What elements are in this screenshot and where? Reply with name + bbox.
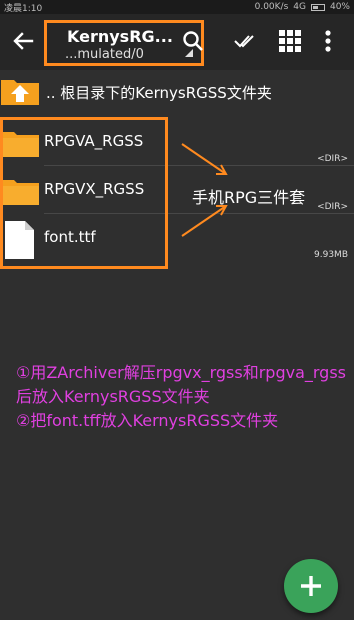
network-type: 4G: [293, 2, 306, 12]
annotation-label: 手机RPG三件套: [192, 188, 306, 207]
network-speed: 0.00K/s: [254, 2, 289, 12]
add-button[interactable]: [284, 559, 338, 613]
status-time: 凌晨1:10: [4, 3, 43, 14]
folder-title: KernysRG...: [67, 27, 173, 46]
battery-icon: [310, 3, 325, 11]
folder-icon: [0, 128, 40, 158]
file-meta: <DIR>: [317, 154, 348, 164]
toolbar: KernysRG... ...mulated/0: [0, 14, 354, 70]
parent-directory-row[interactable]: .. 根目录下的KernysRGSS文件夹: [0, 70, 354, 112]
file-name: RPGVA_RGSS: [44, 132, 144, 150]
instruction-step-2: ②把font.tff放入KernysRGSS文件夹: [16, 411, 279, 430]
parent-directory-label: .. 根目录下的KernysRGSS文件夹: [46, 84, 272, 102]
file-name: RPGVX_RGSS: [44, 180, 145, 198]
instruction-step-1: ①用ZArchiver解压rpgvx_rgss和rpgva_rgss后放入Ker…: [16, 363, 346, 406]
back-arrow-icon[interactable]: [8, 26, 38, 56]
more-vert-icon[interactable]: [320, 28, 336, 54]
search-icon[interactable]: [180, 28, 206, 54]
battery-level: 40%: [329, 2, 350, 12]
file-meta: 9.93MB: [314, 250, 348, 260]
plus-icon: [301, 576, 321, 596]
select-check-icon[interactable]: [232, 28, 258, 54]
status-bar: 凌晨1:10 0.00K/s 4G 40%: [0, 0, 354, 14]
file-name: font.ttf: [44, 228, 96, 246]
file-icon: [2, 220, 36, 260]
grid-view-icon[interactable]: [277, 28, 303, 54]
folder-path: ...mulated/0: [65, 47, 144, 62]
instructions: ①用ZArchiver解压rpgvx_rgss和rpgva_rgss后放入Ker…: [16, 361, 352, 433]
file-meta: <DIR>: [317, 202, 348, 212]
folder-icon: [0, 176, 40, 206]
folder-up-icon: [0, 76, 40, 106]
